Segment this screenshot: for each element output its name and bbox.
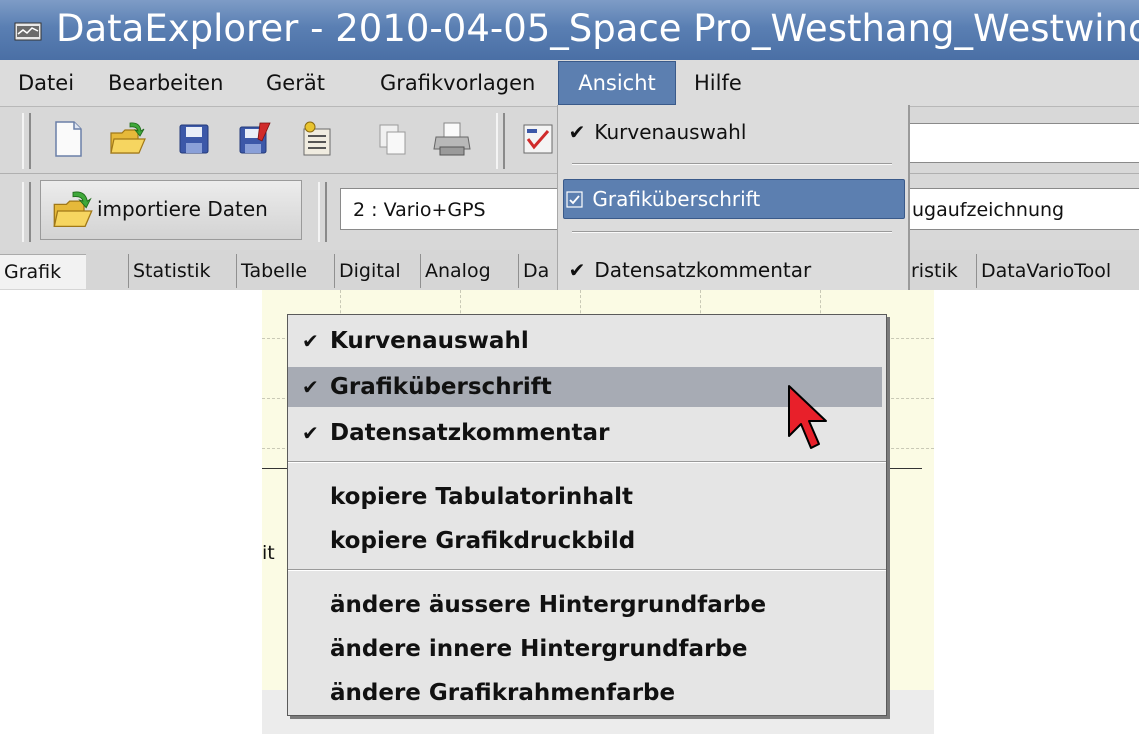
ansicht-item-label: Grafiküberschrift <box>592 187 761 211</box>
axis-line <box>262 468 290 469</box>
open-folder-icon[interactable] <box>108 119 148 159</box>
tab-charakteristik[interactable]: ristik <box>906 254 958 288</box>
tab-analog[interactable]: Analog <box>420 254 491 288</box>
record-select-value: ugaufzeichnung <box>912 199 1065 221</box>
print-icon[interactable] <box>432 119 472 159</box>
axis-line <box>882 468 922 469</box>
curve-select-icon[interactable] <box>518 119 558 159</box>
ctx-item-inner-bg-color[interactable]: ändere innere Hintergrundfarbe <box>302 629 900 669</box>
menu-bearbeiten[interactable]: Bearbeiten <box>108 60 223 106</box>
menu-grafikvorlagen[interactable]: Grafikvorlagen <box>380 60 535 106</box>
check-icon: ✔ <box>568 258 586 282</box>
import-folder-icon <box>53 191 93 228</box>
axis-label-fragment: it <box>262 542 275 564</box>
title-bar[interactable]: DataExplorer - 2010-04-05_Space Pro_West… <box>0 0 1139 60</box>
device-select-value: 2 : Vario+GPS <box>353 199 486 221</box>
check-icon: ✔ <box>302 375 319 399</box>
import-data-label: importiere Daten <box>97 197 268 221</box>
checkbox-icon <box>564 180 586 218</box>
tab-grafik[interactable]: Grafik <box>0 254 86 289</box>
toolbar-combo[interactable] <box>905 123 1139 163</box>
ansicht-item-kurvenauswahl[interactable]: ✔ Kurvenauswahl <box>566 113 896 151</box>
ansicht-item-datensatzkommentar[interactable]: ✔ Datensatzkommentar <box>566 251 896 289</box>
menu-hilfe[interactable]: Hilfe <box>694 60 742 106</box>
ctx-item-label: Kurvenauswahl <box>330 328 529 354</box>
ansicht-dropdown-menu: ✔ Kurvenauswahl Grafiküberschrift ✔ Date… <box>557 105 910 290</box>
record-select[interactable]: ugaufzeichnung <box>905 188 1139 230</box>
ctx-item-label: Grafiküberschrift <box>330 374 552 400</box>
check-icon: ✔ <box>302 421 319 445</box>
toolbar-grip[interactable] <box>318 182 327 242</box>
tab-datavariotool[interactable]: DataVarioTool <box>976 254 1111 288</box>
context-menu: ✔ Kurvenauswahl ✔ Grafiküberschrift ✔ Daten… <box>287 314 887 716</box>
ctx-item-copy-print-image[interactable]: kopiere Grafikdruckbild <box>302 521 900 561</box>
ctx-item-kurvenauswahl[interactable]: ✔ Kurvenauswahl <box>302 321 872 361</box>
menu-bar: Datei Bearbeiten Gerät Grafikvorlagen An… <box>0 60 1139 107</box>
check-icon: ✔ <box>568 120 586 144</box>
window-title: DataExplorer - 2010-04-05_Space Pro_West… <box>56 7 1139 50</box>
toolbar-grip[interactable] <box>22 182 31 242</box>
tab-statistik[interactable]: Statistik <box>128 254 211 288</box>
mouse-cursor-icon <box>788 385 827 449</box>
save-as-icon[interactable] <box>234 119 274 159</box>
toolbar-grip[interactable] <box>22 113 31 169</box>
ctx-item-frame-color[interactable]: ändere Grafikrahmenfarbe <box>302 673 900 713</box>
menu-separator <box>572 163 892 165</box>
menu-datei[interactable]: Datei <box>18 60 74 106</box>
menu-separator <box>572 231 892 233</box>
ansicht-item-label: Kurvenauswahl <box>594 120 747 144</box>
import-data-button[interactable]: importiere Daten <box>40 180 302 240</box>
save-icon[interactable] <box>174 119 214 159</box>
check-icon: ✔ <box>302 329 319 353</box>
ctx-item-copy-tab-content[interactable]: kopiere Tabulatorinhalt <box>302 477 900 517</box>
ansicht-item-label: Datensatzkommentar <box>594 258 812 282</box>
menu-separator <box>288 461 886 463</box>
application-window: DataExplorer - 2010-04-05_Space Pro_West… <box>0 0 1139 290</box>
copy-icon[interactable] <box>372 119 412 159</box>
ctx-item-outer-bg-color[interactable]: ändere äussere Hintergrundfarbe <box>302 585 900 625</box>
preferences-icon[interactable] <box>296 119 336 159</box>
tab-digital[interactable]: Digital <box>334 254 401 288</box>
menu-geraet[interactable]: Gerät <box>266 60 325 106</box>
ctx-item-label: Datensatzkommentar <box>330 420 610 446</box>
app-icon <box>14 22 42 41</box>
tab-datensatz[interactable]: Da <box>518 254 549 288</box>
toolbar-grip[interactable] <box>496 113 505 169</box>
device-select[interactable]: 2 : Vario+GPS <box>340 188 570 230</box>
ansicht-item-grafikueberschrift[interactable]: Grafiküberschrift <box>563 179 905 219</box>
tab-tabelle[interactable]: Tabelle <box>236 254 307 288</box>
new-file-icon[interactable] <box>48 119 88 159</box>
menu-separator <box>288 569 886 571</box>
menu-ansicht[interactable]: Ansicht <box>558 61 676 105</box>
